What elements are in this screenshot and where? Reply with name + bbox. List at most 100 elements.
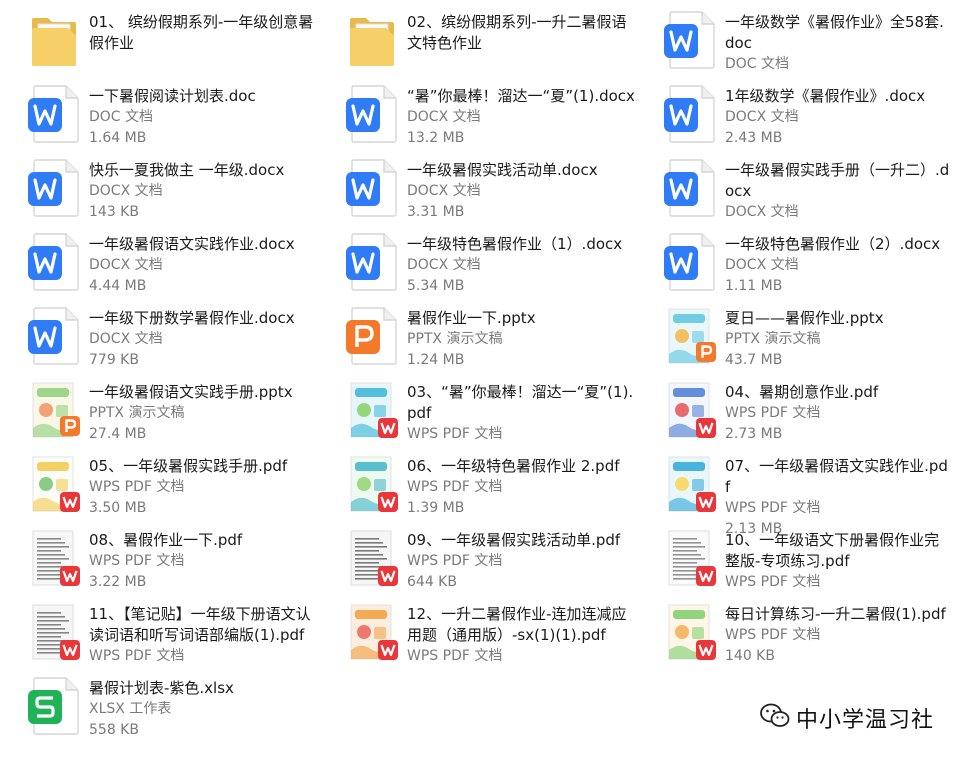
file-item[interactable]: 10、一年级语文下册暑假作业完整版-专项练习.pdf WPS PDF 文档 xyxy=(636,526,954,600)
file-name: 一年级数学《暑假作业》全58套.doc xyxy=(725,13,944,52)
wps-writer-icon xyxy=(346,158,400,218)
file-item[interactable]: 08、暑假作业一下.pdf WPS PDF 文档 3.22 MB xyxy=(0,526,318,600)
file-size: 43.7 MB xyxy=(725,352,783,368)
file-item[interactable]: 暑假作业一下.pptx PPTX 演示文稿 1.24 MB xyxy=(318,304,636,378)
file-details: 一年级特色暑假作业（2）.docx DOCX 文档 1.11 MB xyxy=(725,234,953,297)
file-item[interactable]: 06、一年级特色暑假作业 2.pdf WPS PDF 文档 1.39 MB xyxy=(318,452,636,526)
file-type: DOCX 文档 xyxy=(89,257,163,273)
wechat-icon xyxy=(760,703,790,733)
file-details: 一年级数学《暑假作业》全58套.doc DOC 文档 xyxy=(725,12,953,75)
file-details: 每日计算练习-一升二暑假(1).pdf WPS PDF 文档 140 KB xyxy=(725,604,953,667)
file-name: 12、一升二暑假作业-连加连减应用题（通用版）-sx(1)(1).pdf xyxy=(407,605,627,644)
file-name: 一年级下册数学暑假作业.docx xyxy=(89,309,295,327)
file-name: 01、 缤纷假期系列-一年级创意暑假作业 xyxy=(89,13,314,52)
pdf-thumbnail-icon xyxy=(28,528,82,588)
file-name: 每日计算练习-一升二暑假(1).pdf xyxy=(725,605,946,623)
file-item[interactable]: 一年级数学《暑假作业》全58套.doc DOC 文档 xyxy=(636,8,954,82)
file-size: 143 KB xyxy=(89,204,139,220)
file-size: 4.44 MB xyxy=(89,278,147,294)
file-grid: 01、 缤纷假期系列-一年级创意暑假作业 02、缤纷假期系列-一升二暑假语文特色… xyxy=(0,0,964,759)
file-size: 5.34 MB xyxy=(407,278,465,294)
file-type: DOCX 文档 xyxy=(407,257,481,273)
file-item[interactable]: 05、一年级暑假实践手册.pdf WPS PDF 文档 3.50 MB xyxy=(0,452,318,526)
file-type: WPS PDF 文档 xyxy=(89,553,185,569)
file-details: 01、 缤纷假期系列-一年级创意暑假作业 xyxy=(89,12,317,54)
file-name: 1年级数学《暑假作业》.docx xyxy=(725,87,926,105)
file-item[interactable]: 夏日——暑假作业.pptx PPTX 演示文稿 43.7 MB xyxy=(636,304,954,378)
file-size: 1.11 MB xyxy=(725,278,783,294)
file-size: 2.73 MB xyxy=(725,426,783,442)
file-item[interactable]: 一年级暑假实践手册（一升二）.docx DOCX 文档 xyxy=(636,156,954,230)
file-size: 3.22 MB xyxy=(89,574,147,590)
wps-writer-icon xyxy=(28,306,82,366)
file-item[interactable]: 一年级暑假语文实践作业.docx DOCX 文档 4.44 MB xyxy=(0,230,318,304)
file-name: 09、一年级暑假实践活动单.pdf xyxy=(407,531,621,549)
file-type: WPS PDF 文档 xyxy=(725,574,821,590)
file-details: 1年级数学《暑假作业》.docx DOCX 文档 2.43 MB xyxy=(725,86,953,149)
file-name: 07、一年级暑假语文实践作业.pdf xyxy=(725,457,948,496)
pdf-thumbnail-icon xyxy=(664,528,718,588)
file-details: 02、缤纷假期系列-一升二暑假语文特色作业 xyxy=(407,12,635,54)
file-details: 一年级暑假实践手册（一升二）.docx DOCX 文档 xyxy=(725,160,953,223)
file-item[interactable]: 11、【笔记贴】一年级下册语文认读词语和听写词语部编版(1).pdf WPS PD… xyxy=(0,600,318,674)
file-details: 一下暑假阅读计划表.doc DOC 文档 1.64 MB xyxy=(89,86,317,149)
file-type: WPS PDF 文档 xyxy=(89,648,185,664)
file-item[interactable]: 快乐一夏我做主 一年级.docx DOCX 文档 143 KB xyxy=(0,156,318,230)
pdf-thumbnail-icon xyxy=(28,602,82,662)
file-type: WPS PDF 文档 xyxy=(725,405,821,421)
file-details: 一年级特色暑假作业（1）.docx DOCX 文档 5.34 MB xyxy=(407,234,635,297)
file-size: 644 KB xyxy=(407,574,457,590)
file-type: DOCX 文档 xyxy=(407,183,481,199)
file-type: DOCX 文档 xyxy=(725,204,799,220)
file-item[interactable]: 04、暑期创意作业.pdf WPS PDF 文档 2.73 MB xyxy=(636,378,954,452)
file-details: 暑假作业一下.pptx PPTX 演示文稿 1.24 MB xyxy=(407,308,635,371)
file-item[interactable]: 02、缤纷假期系列-一升二暑假语文特色作业 xyxy=(318,8,636,82)
file-name: 一年级特色暑假作业（2）.docx xyxy=(725,235,941,253)
file-item[interactable]: 一年级暑假语文实践手册.pptx PPTX 演示文稿 27.4 MB xyxy=(0,378,318,452)
pdf-thumbnail-icon xyxy=(28,454,82,514)
file-size: 13.2 MB xyxy=(407,130,465,146)
file-name: 暑假作业一下.pptx xyxy=(407,309,536,327)
file-name: 06、一年级特色暑假作业 2.pdf xyxy=(407,457,620,475)
pdf-thumbnail-icon xyxy=(346,454,400,514)
file-type: DOCX 文档 xyxy=(89,331,163,347)
file-details: 06、一年级特色暑假作业 2.pdf WPS PDF 文档 1.39 MB xyxy=(407,456,635,519)
file-item[interactable]: 1年级数学《暑假作业》.docx DOCX 文档 2.43 MB xyxy=(636,82,954,156)
folder-icon xyxy=(346,10,400,70)
file-details: 暑假计划表-紫色.xlsx XLSX 工作表 558 KB xyxy=(89,678,317,741)
file-details: 一年级下册数学暑假作业.docx DOCX 文档 779 KB xyxy=(89,308,317,371)
file-size: 779 KB xyxy=(89,352,139,368)
file-type: WPS PDF 文档 xyxy=(407,479,503,495)
file-type: XLSX 工作表 xyxy=(89,701,172,717)
file-type: WPS PDF 文档 xyxy=(725,500,821,516)
file-item[interactable]: 01、 缤纷假期系列-一年级创意暑假作业 xyxy=(0,8,318,82)
file-name: 一下暑假阅读计划表.doc xyxy=(89,87,256,105)
file-type: WPS PDF 文档 xyxy=(407,648,503,664)
file-item[interactable]: 一年级暑假实践活动单.docx DOCX 文档 3.31 MB xyxy=(318,156,636,230)
file-name: 10、一年级语文下册暑假作业完整版-专项练习.pdf xyxy=(725,531,940,570)
file-item[interactable]: 03、“暑”你最棒！溜达一“夏”(1).pdf WPS PDF 文档 xyxy=(318,378,636,452)
file-item[interactable]: 一年级特色暑假作业（2）.docx DOCX 文档 1.11 MB xyxy=(636,230,954,304)
file-item[interactable]: 一年级特色暑假作业（1）.docx DOCX 文档 5.34 MB xyxy=(318,230,636,304)
file-item[interactable]: 12、一升二暑假作业-连加连减应用题（通用版）-sx(1)(1).pdf WPS … xyxy=(318,600,636,674)
file-name: 一年级特色暑假作业（1）.docx xyxy=(407,235,623,253)
file-size: 3.31 MB xyxy=(407,204,465,220)
file-item[interactable]: 暑假计划表-紫色.xlsx XLSX 工作表 558 KB xyxy=(0,674,318,748)
file-item[interactable]: 09、一年级暑假实践活动单.pdf WPS PDF 文档 644 KB xyxy=(318,526,636,600)
wps-writer-icon xyxy=(28,158,82,218)
file-details: “暑”你最棒！溜达一“夏”(1).docx DOCX 文档 13.2 MB xyxy=(407,86,635,149)
file-size: 1.39 MB xyxy=(407,500,465,516)
file-item[interactable]: 一年级下册数学暑假作业.docx DOCX 文档 779 KB xyxy=(0,304,318,378)
file-type: DOCX 文档 xyxy=(725,109,799,125)
file-item[interactable]: 一下暑假阅读计划表.doc DOC 文档 1.64 MB xyxy=(0,82,318,156)
file-type: DOCX 文档 xyxy=(89,183,163,199)
file-item[interactable]: 每日计算练习-一升二暑假(1).pdf WPS PDF 文档 140 KB xyxy=(636,600,954,674)
pptx-thumbnail-icon xyxy=(664,306,718,366)
file-item[interactable]: 07、一年级暑假语文实践作业.pdf WPS PDF 文档 2.13 MB xyxy=(636,452,954,537)
file-details: 10、一年级语文下册暑假作业完整版-专项练习.pdf WPS PDF 文档 xyxy=(725,530,953,593)
wps-writer-icon xyxy=(28,232,82,292)
file-size: 3.50 MB xyxy=(89,500,147,516)
file-type: WPS PDF 文档 xyxy=(725,627,821,643)
file-name: “暑”你最棒！溜达一“夏”(1).docx xyxy=(407,87,635,105)
file-item[interactable]: “暑”你最棒！溜达一“夏”(1).docx DOCX 文档 13.2 MB xyxy=(318,82,636,156)
